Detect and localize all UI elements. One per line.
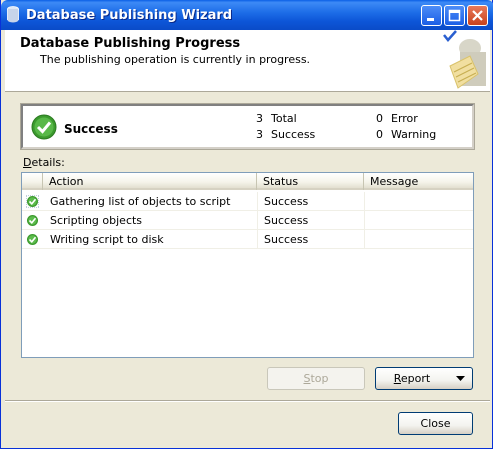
- column-header-message[interactable]: Message: [364, 173, 473, 190]
- success-check-icon: [27, 215, 38, 226]
- table-row[interactable]: Writing script to disk Success: [22, 230, 473, 249]
- summary-panel: Success 3 Total 3 Success 0 Error 0 Warn…: [20, 103, 475, 150]
- error-label: Error: [391, 112, 418, 125]
- page-subtitle: The publishing operation is currently in…: [40, 53, 311, 66]
- row-action: Writing script to disk: [50, 233, 164, 246]
- details-label: Details:: [23, 156, 65, 169]
- success-label: Success: [271, 128, 316, 141]
- maximize-icon: [448, 9, 461, 22]
- total-count: 3: [256, 112, 263, 125]
- window-title: Database Publishing Wizard: [26, 8, 233, 23]
- minimize-icon: [427, 18, 434, 21]
- column-header-icon[interactable]: [22, 173, 43, 190]
- report-mnemonic: R: [393, 372, 401, 385]
- report-button[interactable]: Report: [375, 367, 473, 390]
- row-status: Success: [264, 214, 309, 227]
- total-label: Total: [271, 112, 297, 125]
- warning-label: Warning: [391, 128, 437, 141]
- row-status: Success: [264, 233, 309, 246]
- details-list-header: Action Status Message: [22, 173, 473, 190]
- report-label: eport: [400, 372, 431, 385]
- row-action: Scripting objects: [50, 214, 143, 227]
- details-list[interactable]: Action Status Message Gathering list of …: [21, 172, 474, 358]
- success-check-icon: [26, 195, 39, 208]
- dropdown-arrow-icon: [456, 376, 465, 381]
- close-window-button[interactable]: [467, 5, 488, 26]
- footer-separator: [5, 400, 490, 402]
- summary-status: Success: [64, 122, 118, 136]
- stop-label: top: [310, 372, 329, 385]
- page-title: Database Publishing Progress: [20, 36, 241, 51]
- details-label-text: etails:: [31, 156, 65, 169]
- column-header-status[interactable]: Status: [257, 173, 364, 190]
- column-header-action[interactable]: Action: [43, 173, 257, 190]
- wizard-window: Database Publishing Wizard Database Publ…: [0, 0, 493, 449]
- row-status: Success: [264, 195, 309, 208]
- table-row[interactable]: Scripting objects Success: [22, 211, 473, 230]
- close-button[interactable]: Close: [398, 412, 473, 435]
- success-check-icon: [31, 114, 57, 140]
- close-icon: [472, 10, 483, 21]
- wizard-header: Database Publishing Progress The publish…: [5, 30, 490, 92]
- table-row[interactable]: Gathering list of objects to script Succ…: [22, 192, 473, 211]
- success-check-icon: [27, 234, 38, 245]
- row-action: Gathering list of objects to script: [50, 195, 231, 208]
- title-bar[interactable]: Database Publishing Wizard: [1, 0, 493, 30]
- warning-count: 0: [376, 128, 383, 141]
- database-icon: [7, 6, 19, 23]
- error-count: 0: [376, 112, 383, 125]
- maximize-button[interactable]: [444, 5, 465, 26]
- minimize-button[interactable]: [421, 5, 442, 26]
- stop-button[interactable]: Stop: [267, 367, 365, 390]
- wizard-banner-icon: [443, 30, 486, 89]
- success-count: 3: [256, 128, 263, 141]
